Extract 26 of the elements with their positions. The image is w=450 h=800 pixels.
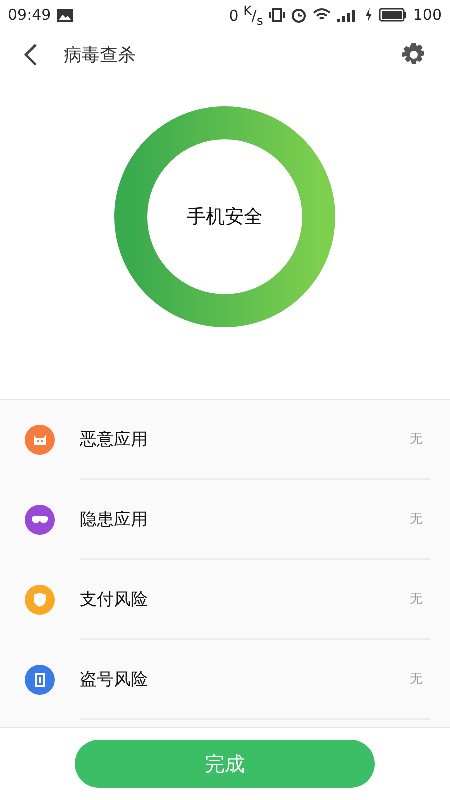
risk-label: 盗号风险 <box>80 668 149 690</box>
page-title: 病毒查杀 <box>64 44 137 67</box>
risk-label: 支付风险 <box>80 588 149 610</box>
risk-value: 无 <box>410 671 423 688</box>
charging-icon <box>365 8 374 22</box>
done-button[interactable]: 完成 <box>75 740 375 788</box>
alarm-icon <box>291 7 308 23</box>
status-label: 手机安全 <box>187 205 263 230</box>
network-speed: 0 $^{K}$/$_{s}$ <box>229 2 264 28</box>
image-icon <box>57 8 74 22</box>
risk-label: 恶意应用 <box>80 428 149 450</box>
clock: 09:49 <box>8 6 52 24</box>
risk-value: 无 <box>410 591 423 608</box>
mask-icon <box>32 516 48 524</box>
back-icon[interactable] <box>24 44 38 66</box>
risk-value: 无 <box>410 431 423 448</box>
shield-icon <box>34 593 46 607</box>
battery-icon <box>379 8 408 22</box>
risk-label: 隐患应用 <box>80 508 149 530</box>
risk-value: 无 <box>410 511 423 528</box>
vibrate-icon <box>269 8 286 22</box>
robot-icon <box>33 435 47 445</box>
phone-icon <box>35 673 45 687</box>
settings-icon[interactable] <box>402 43 426 67</box>
wifi-icon <box>313 8 332 22</box>
battery-level: 100 <box>413 6 442 24</box>
